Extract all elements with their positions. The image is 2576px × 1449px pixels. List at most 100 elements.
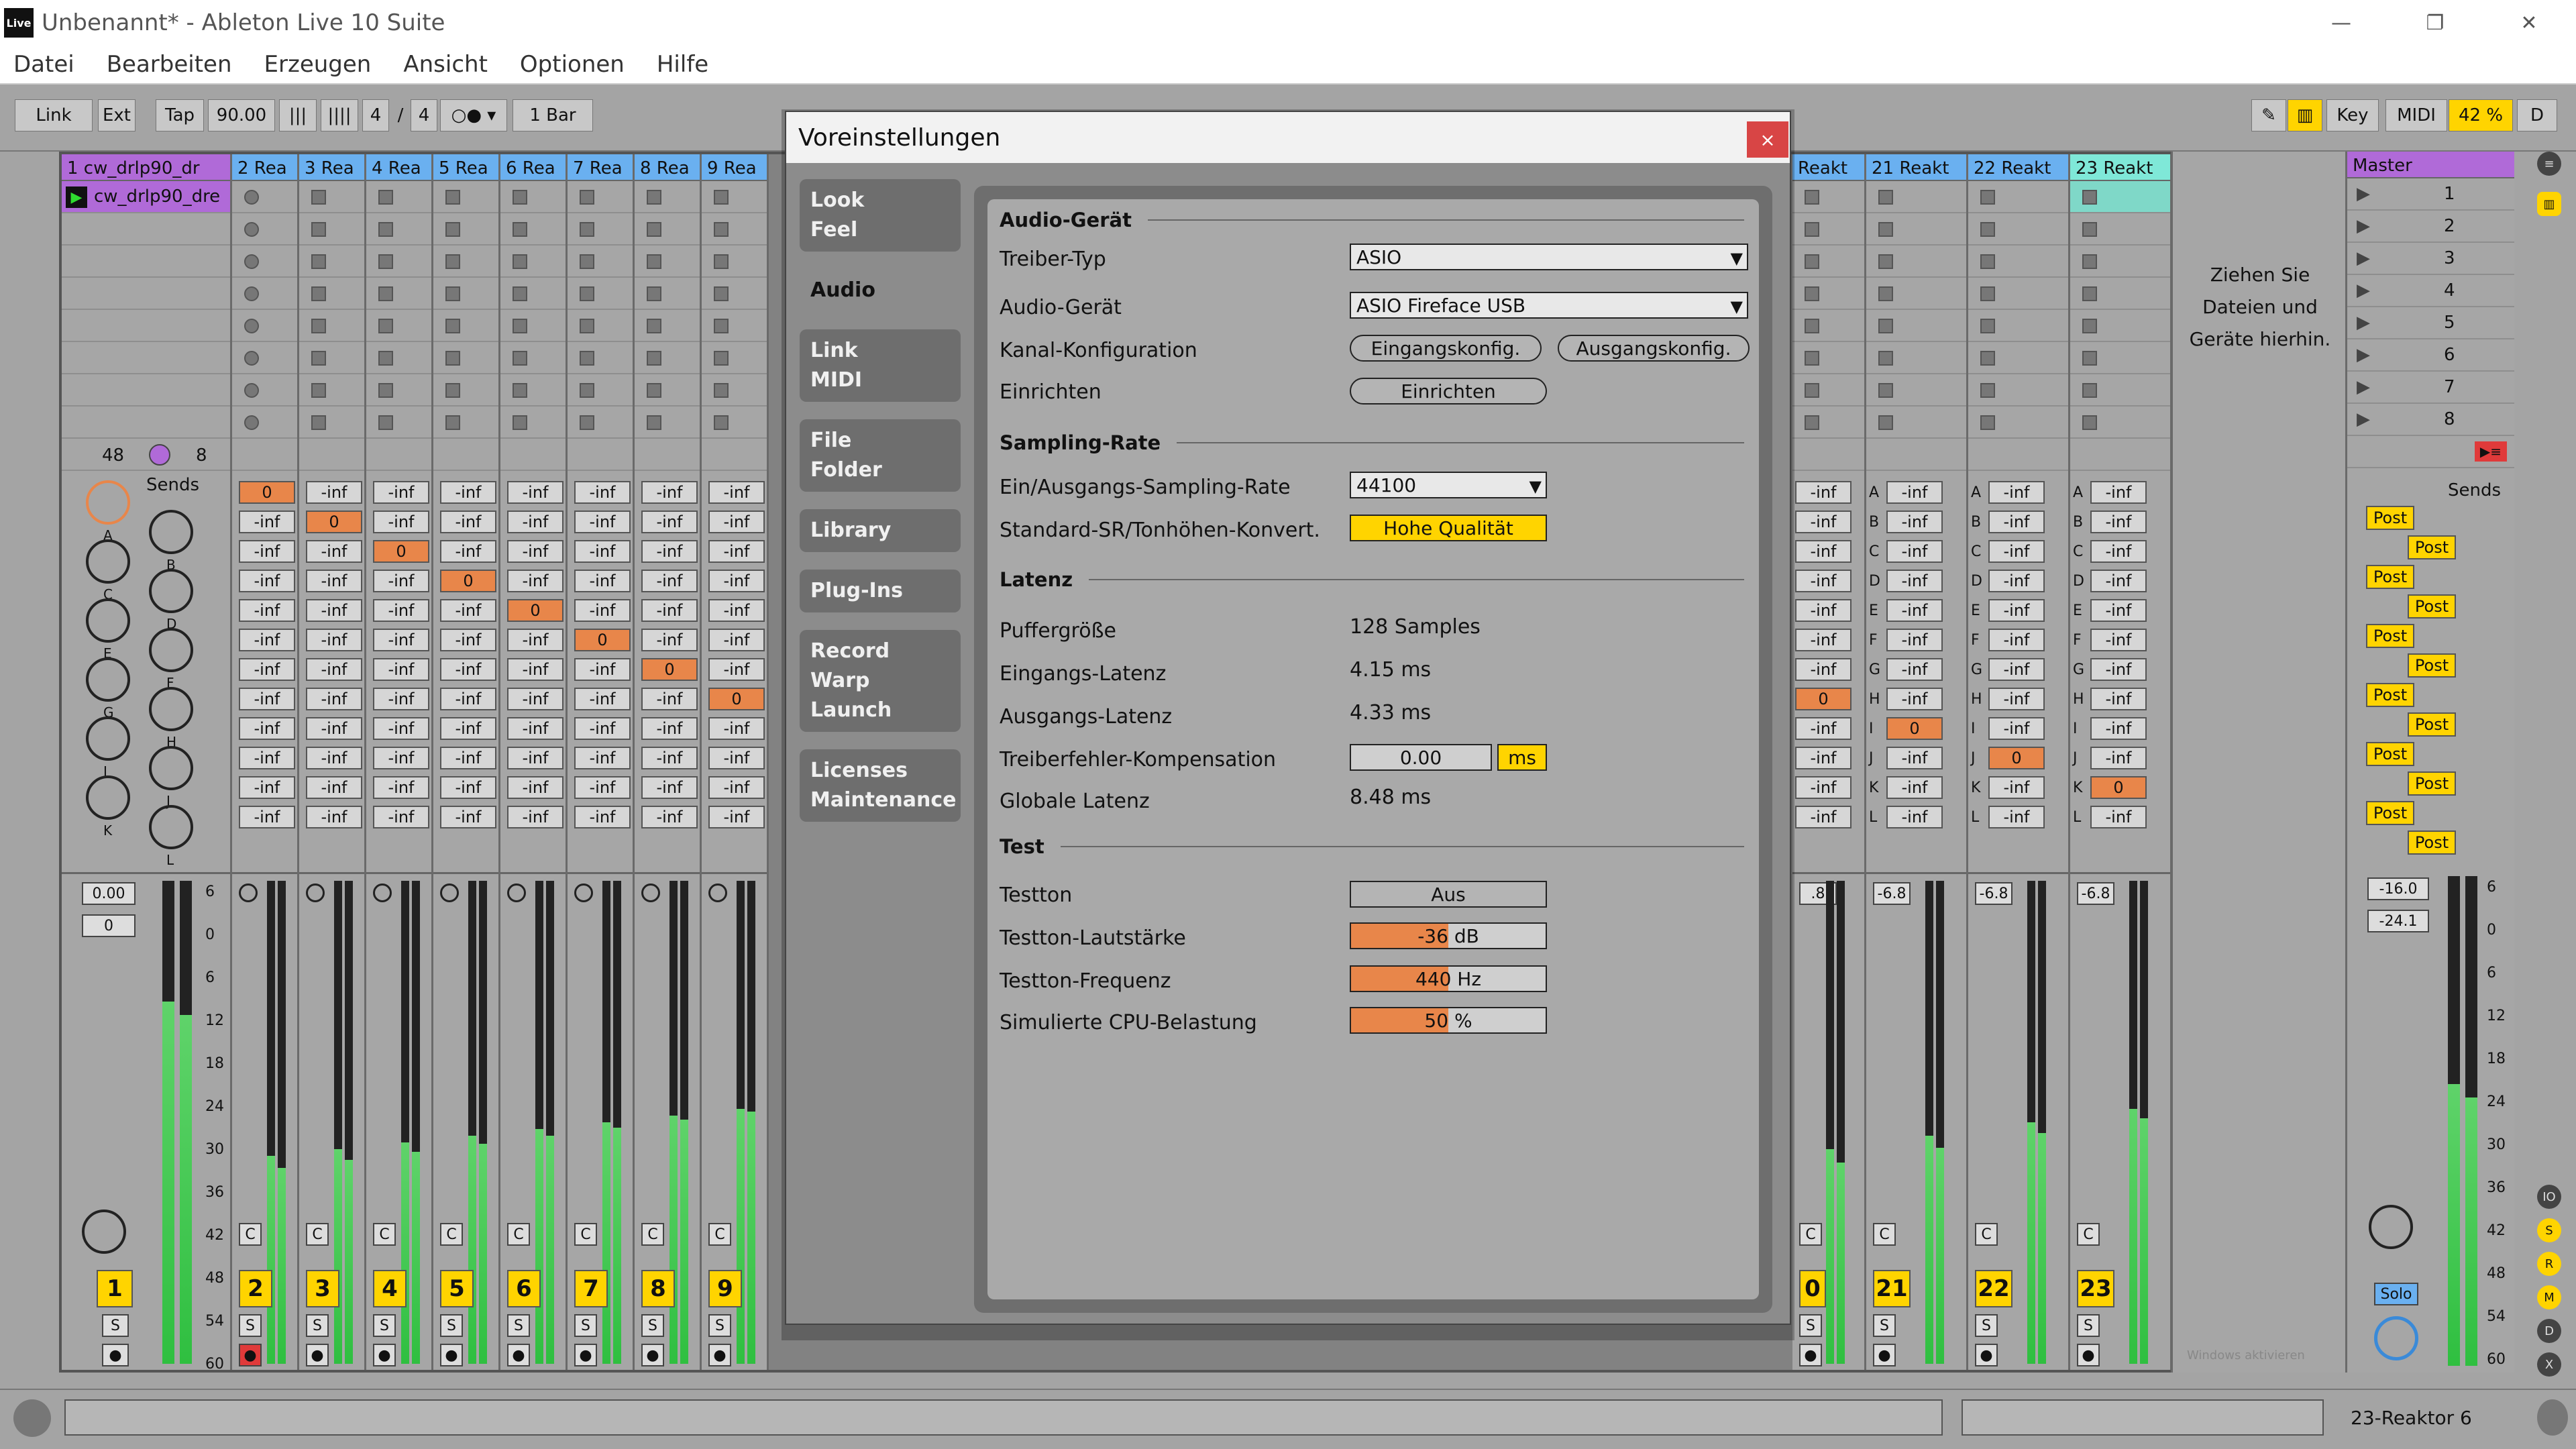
restore-button[interactable]: ❐	[2388, 0, 2482, 46]
record-icon[interactable]	[574, 883, 593, 902]
send-value[interactable]: -inf	[507, 481, 564, 504]
clip-stop-icon[interactable]	[311, 415, 326, 430]
scene-5[interactable]: ▶ 5	[2347, 307, 2514, 339]
clip-slot[interactable]	[366, 342, 431, 374]
scene-launch-icon[interactable]: ▶	[2357, 345, 2377, 365]
clip-slot[interactable]	[232, 213, 297, 246]
crossfade-button[interactable]: C	[1975, 1223, 1998, 1246]
clip-slot[interactable]	[2070, 181, 2170, 213]
send-value[interactable]: -inf	[440, 540, 496, 563]
menu-erzeugen[interactable]: Erzeugen	[264, 51, 372, 78]
clip-stop-icon[interactable]	[714, 383, 729, 398]
solo-button[interactable]: S	[1873, 1314, 1896, 1337]
clip-stop-icon[interactable]	[1878, 254, 1893, 269]
clip-stop-icon[interactable]	[513, 222, 527, 237]
send-value[interactable]: -inf	[2090, 747, 2147, 769]
clip-slot[interactable]	[232, 246, 297, 278]
clip-stop-icon[interactable]	[513, 286, 527, 301]
send-value[interactable]: -inf	[306, 481, 362, 504]
scene-7[interactable]: ▶ 7	[2347, 372, 2514, 404]
clip-slot[interactable]	[299, 310, 364, 342]
send-value[interactable]: -inf	[1886, 511, 1943, 533]
keys-icon[interactable]: ▥	[2288, 99, 2322, 131]
clip-slot[interactable]	[1792, 278, 1864, 310]
track-activator[interactable]: 8	[641, 1270, 675, 1307]
scene-8[interactable]: ▶ 8	[2347, 404, 2514, 436]
pref-tab-library[interactable]: Library	[800, 509, 961, 552]
send-value[interactable]: -inf	[641, 717, 698, 740]
send-value[interactable]: -inf	[2090, 481, 2147, 504]
clip-stop-icon[interactable]	[1878, 286, 1893, 301]
menu-hilfe[interactable]: Hilfe	[657, 51, 708, 78]
crossfade-button[interactable]: C	[239, 1223, 262, 1246]
clip-slot[interactable]	[1968, 374, 2068, 407]
driver-type-dropdown[interactable]: ASIO ▼	[1350, 244, 1748, 270]
clip-slot[interactable]	[1968, 342, 2068, 374]
send-value[interactable]: -inf	[373, 806, 429, 828]
send-value[interactable]: -inf	[1988, 629, 2045, 651]
clip-slot[interactable]	[433, 246, 498, 278]
clip-stop-icon[interactable]	[714, 254, 729, 269]
scene-launch-icon[interactable]: ▶	[2357, 377, 2377, 397]
clip-stop-icon[interactable]	[1980, 190, 1995, 205]
send-value[interactable]: -inf	[1795, 658, 1851, 681]
clip-stop-icon[interactable]	[1878, 190, 1893, 205]
send-knob-d[interactable]	[149, 569, 193, 613]
track-activator[interactable]: 1	[97, 1270, 133, 1307]
clip-slot[interactable]	[500, 278, 566, 310]
track-activator[interactable]: 3	[306, 1270, 339, 1307]
clip-slot[interactable]	[568, 374, 633, 407]
send-value[interactable]: -inf	[306, 688, 362, 710]
send-value[interactable]: -inf	[1795, 717, 1851, 740]
scene-6[interactable]: ▶ 6	[2347, 339, 2514, 372]
clip-stop-icon[interactable]	[714, 190, 729, 205]
solo-button[interactable]: S	[306, 1314, 329, 1337]
crossfade-button[interactable]: C	[641, 1223, 664, 1246]
clip-stop-icon[interactable]	[714, 415, 729, 430]
clip-stop-icon[interactable]	[445, 286, 460, 301]
clip-stop-icon[interactable]	[513, 383, 527, 398]
clip-slot[interactable]	[232, 278, 297, 310]
send-value[interactable]: -inf	[2090, 717, 2147, 740]
send-value[interactable]: -inf	[2090, 511, 2147, 533]
clip-slot[interactable]	[299, 278, 364, 310]
clip-stop-icon[interactable]	[647, 319, 661, 333]
send-value[interactable]: -inf	[507, 717, 564, 740]
arm-button[interactable]: ●	[102, 1344, 129, 1366]
solo-button[interactable]: S	[373, 1314, 396, 1337]
send-value[interactable]: -inf	[1886, 629, 1943, 651]
clip-stop-icon[interactable]	[1878, 415, 1893, 430]
clip-slot[interactable]	[635, 246, 700, 278]
send-value[interactable]: -inf	[708, 629, 765, 651]
clip-slot[interactable]	[232, 342, 297, 374]
clip-slot[interactable]	[568, 310, 633, 342]
drop-area[interactable]: Ziehen Sie Dateien und Geräte hierhin.	[2171, 152, 2345, 1373]
send-value[interactable]: -inf	[708, 570, 765, 592]
scene-launch-icon[interactable]: ▶	[2357, 216, 2377, 236]
clip-stop-icon[interactable]	[378, 351, 393, 366]
arm-button[interactable]: ●	[1873, 1344, 1896, 1366]
clip-slot[interactable]	[2070, 246, 2170, 278]
track-header[interactable]: 5 Rea	[433, 154, 498, 181]
send-value[interactable]: -inf	[373, 688, 429, 710]
send-value[interactable]: -inf	[239, 806, 295, 828]
arm-button[interactable]: ●	[1975, 1344, 1998, 1366]
clip-stop-icon[interactable]	[244, 383, 259, 398]
clip-slot[interactable]	[1866, 407, 1966, 439]
send-value[interactable]: -inf	[239, 540, 295, 563]
clip-stop-icon[interactable]	[311, 383, 326, 398]
clip-slot[interactable]	[1968, 213, 2068, 246]
send-value[interactable]: -inf	[2090, 688, 2147, 710]
clip-slot[interactable]	[62, 246, 230, 278]
send-value[interactable]: -inf	[641, 511, 698, 533]
send-knob-h[interactable]	[149, 687, 193, 731]
clip-slot[interactable]	[702, 374, 767, 407]
post-toggle[interactable]: Post	[2408, 535, 2456, 559]
clip-slot[interactable]	[568, 181, 633, 213]
send-value[interactable]: -inf	[306, 717, 362, 740]
driver-comp-field[interactable]: 0.00	[1350, 744, 1492, 771]
clip-slot[interactable]	[433, 278, 498, 310]
post-toggle[interactable]: Post	[2366, 801, 2414, 825]
send-value[interactable]: -inf	[440, 806, 496, 828]
clip-stop-icon[interactable]	[714, 351, 729, 366]
